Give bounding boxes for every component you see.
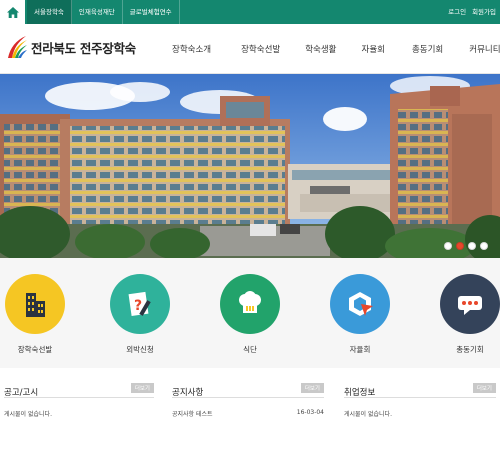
more-button[interactable]: 더보기	[300, 383, 324, 393]
list-item-title[interactable]: 공지사항 테스트	[172, 409, 213, 418]
quick-item-menu[interactable]: 식단	[215, 274, 285, 355]
board-header: 취업정보 더보기	[344, 380, 496, 398]
quick-menu: 장학숙선발 ? 외박신청 식단 자율회 총동기회	[0, 258, 500, 368]
quick-item-alumni[interactable]: 총동기회	[435, 274, 500, 355]
nav-item-alumni[interactable]: 총동기회	[412, 43, 443, 55]
nav-item-life[interactable]: 학숙생활	[305, 43, 336, 55]
login-link[interactable]: 로그인	[448, 0, 466, 24]
more-button[interactable]: 더보기	[130, 383, 154, 393]
list-item-date: 16-03-04	[296, 409, 324, 416]
home-button[interactable]	[0, 0, 25, 24]
quick-item-label: 외박신청	[126, 345, 154, 354]
nav-item-community[interactable]: 커뮤니티	[469, 43, 500, 55]
board-jobs: 취업정보 더보기 게시물이 없습니다.	[344, 380, 496, 440]
quick-item-overnight[interactable]: ? 외박신청	[105, 274, 175, 355]
board-title: 공지사항	[172, 388, 204, 398]
board-notices: 공고/고시 더보기 게시물이 없습니다.	[4, 380, 154, 440]
building-icon	[5, 274, 65, 334]
site-link-global[interactable]: 글로벌체험연수	[123, 0, 180, 24]
site-link-seoul[interactable]: 서울장학숙	[27, 0, 72, 24]
list-item-title: 게시물이 없습니다.	[4, 411, 52, 418]
board-announcements: 공지사항 더보기 공지사항 테스트 16-03-04	[172, 380, 324, 440]
site-header: 전라북도 전주장학숙 장학숙소개 장학숙선발 학숙생활 자율회 총동기회 커뮤니…	[0, 24, 500, 74]
slider-dot[interactable]	[444, 242, 452, 250]
quick-item-label: 자율회	[349, 345, 371, 354]
site-links: 서울장학숙 인재육성재단 글로벌체험연수	[27, 0, 180, 24]
logo-text: 전라북도 전주장학숙	[31, 40, 136, 56]
home-icon	[6, 6, 19, 18]
board-title: 취업정보	[344, 388, 376, 398]
slider-dot-active[interactable]	[456, 242, 464, 250]
signup-link[interactable]: 회원가입	[472, 0, 496, 24]
account-links: 로그인 회원가입	[448, 0, 496, 24]
list-item-title: 게시물이 없습니다.	[344, 411, 392, 418]
more-button[interactable]: 더보기	[472, 383, 496, 393]
chef-hat-icon	[220, 274, 280, 334]
nav-item-selection[interactable]: 장학숙선발	[241, 43, 280, 55]
list-item: 게시물이 없습니다.	[4, 409, 154, 418]
logo-swoosh-icon	[8, 36, 27, 58]
arrow-shield-icon	[330, 274, 390, 334]
quick-item-selection[interactable]: 장학숙선발	[0, 274, 70, 355]
board-title: 공고/고시	[4, 388, 39, 398]
board-header: 공고/고시 더보기	[4, 380, 154, 398]
top-utility-bar: 서울장학숙 인재육성재단 글로벌체험연수 로그인 회원가입	[0, 0, 500, 24]
list-item[interactable]: 공지사항 테스트 16-03-04	[172, 409, 324, 418]
board-header: 공지사항 더보기	[172, 380, 324, 398]
quick-item-label: 장학숙선발	[17, 345, 53, 354]
nav-item-intro[interactable]: 장학숙소개	[172, 43, 211, 55]
slider-dot[interactable]	[468, 242, 476, 250]
slider-dots	[444, 242, 488, 250]
nav-item-council[interactable]: 자율회	[362, 43, 385, 55]
quick-item-council[interactable]: 자율회	[325, 274, 395, 355]
site-link-foundation[interactable]: 인재육성재단	[72, 0, 123, 24]
list-item: 게시물이 없습니다.	[344, 409, 496, 418]
quick-item-label: 총동기회	[456, 345, 484, 354]
question-doc-icon: ?	[110, 274, 170, 334]
main-nav: 장학숙소개 장학숙선발 학숙생활 자율회 총동기회 커뮤니티	[172, 43, 500, 55]
quick-item-label: 식단	[243, 345, 257, 354]
dormitory-photo	[0, 74, 500, 258]
slider-dot[interactable]	[480, 242, 488, 250]
chat-bubble-icon	[440, 274, 500, 334]
hero-banner	[0, 74, 500, 258]
site-logo[interactable]: 전라북도 전주장학숙	[6, 34, 136, 60]
